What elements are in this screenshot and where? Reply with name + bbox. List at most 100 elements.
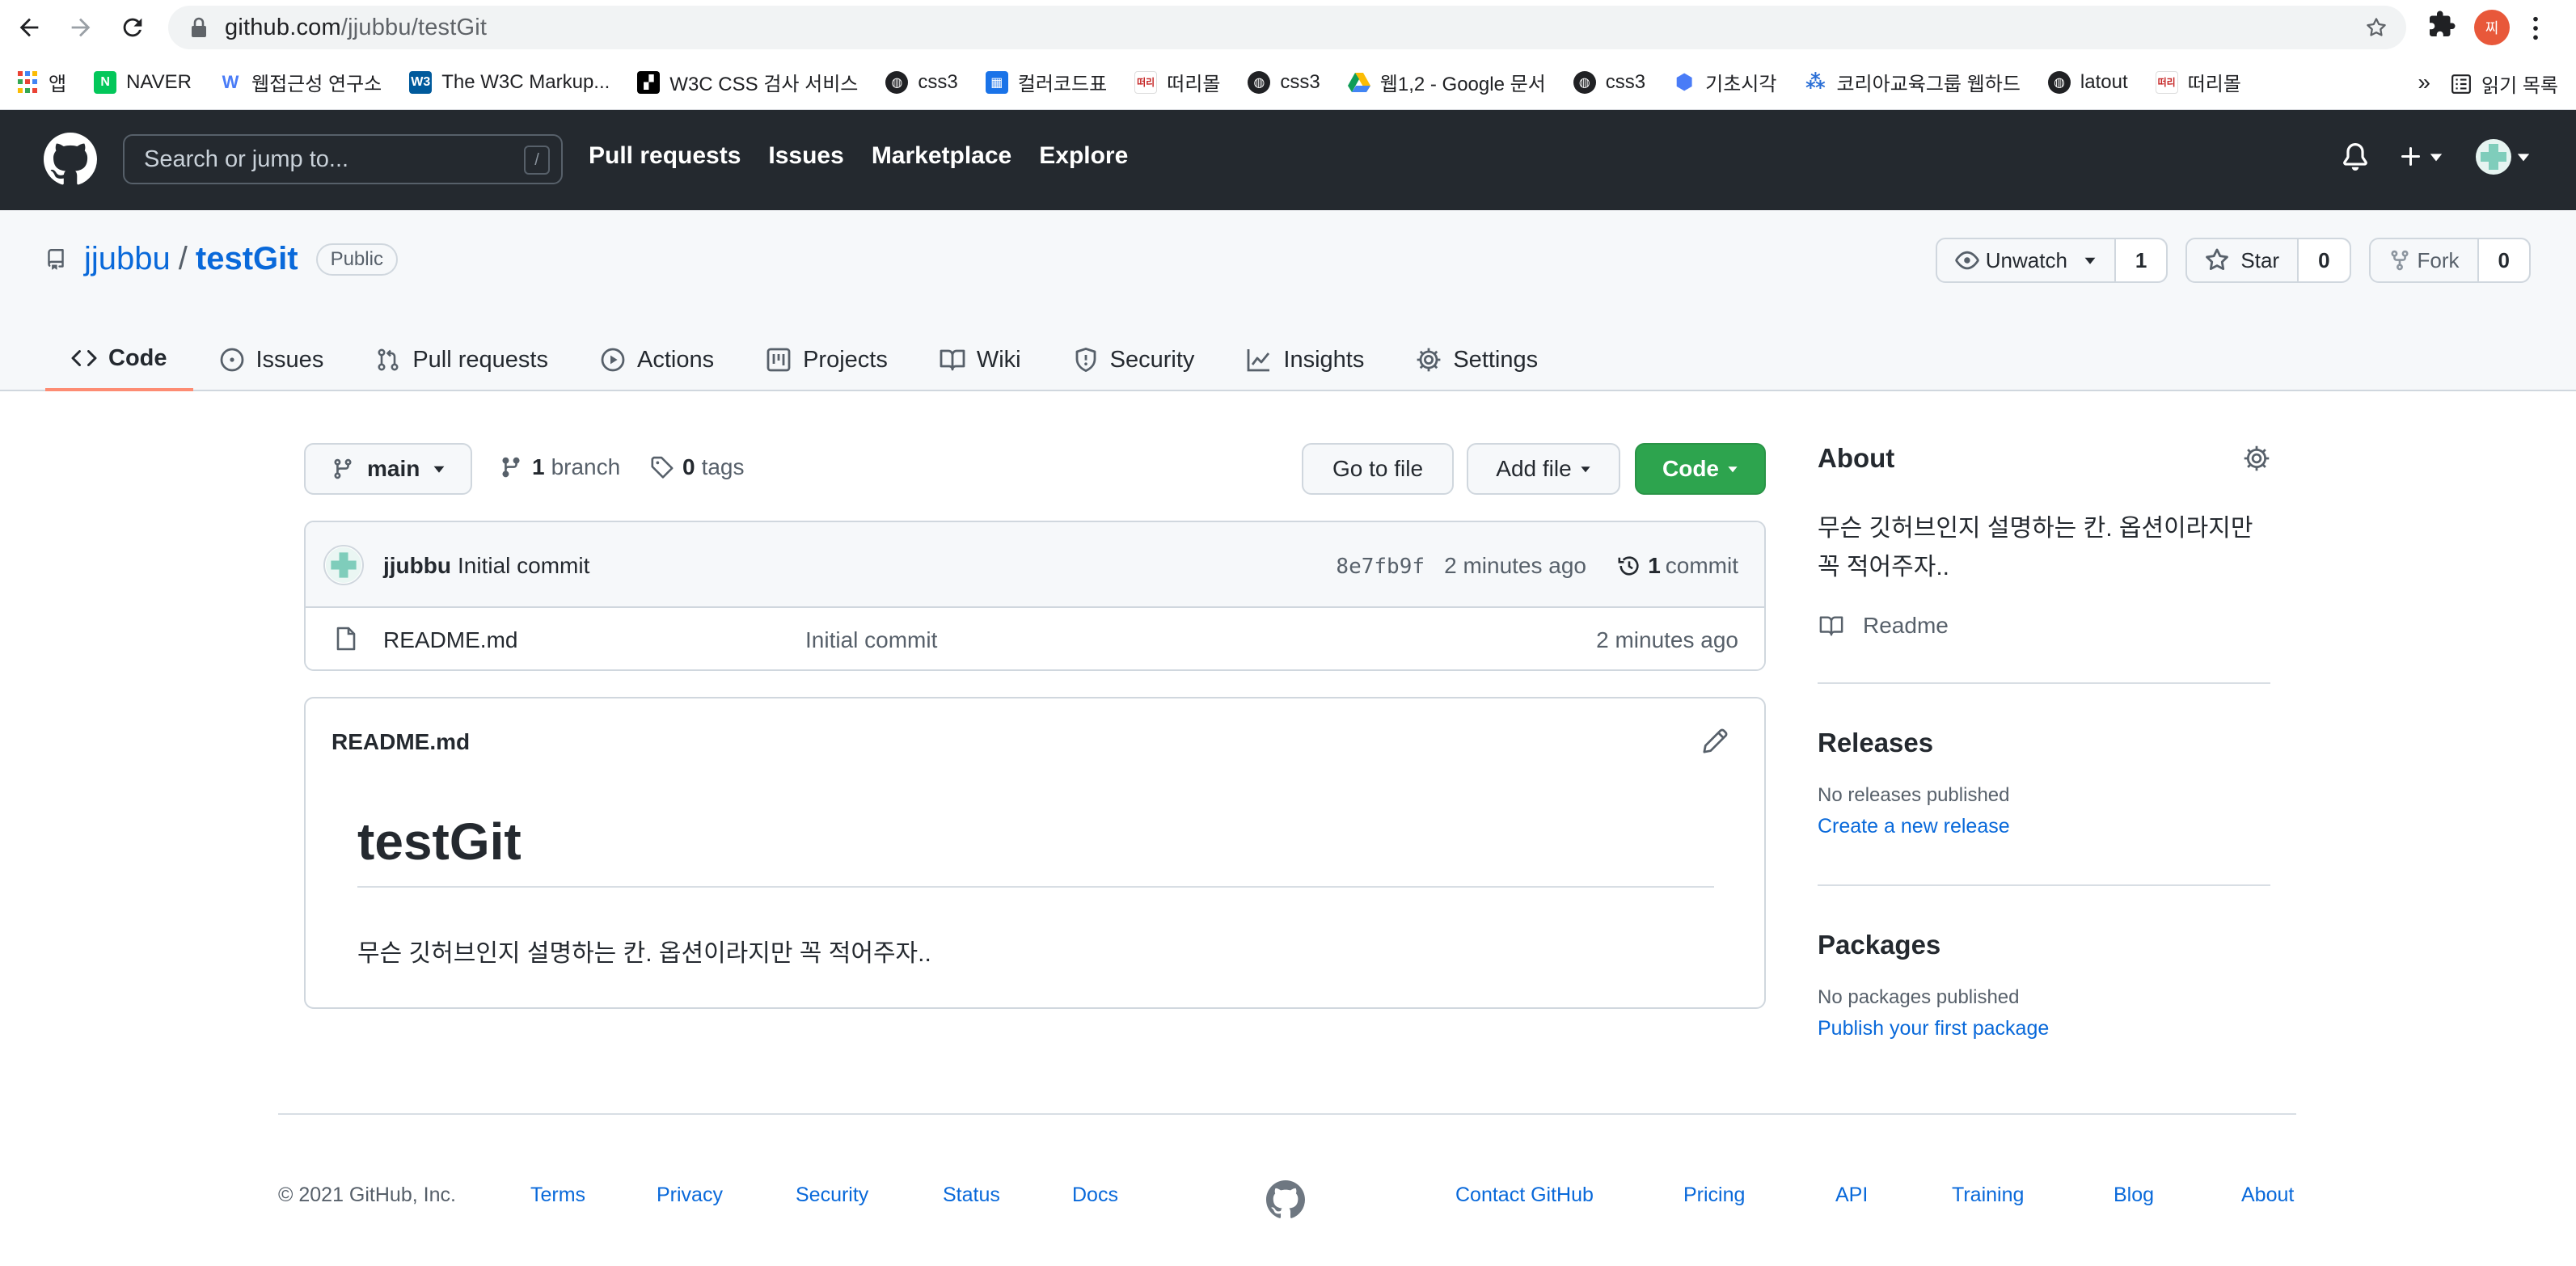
- create-release-link[interactable]: Create a new release: [1818, 815, 2010, 838]
- github-logo-icon[interactable]: [44, 133, 97, 186]
- tab-insights[interactable]: Insights: [1220, 328, 1390, 391]
- tab-actions[interactable]: Actions: [574, 328, 740, 391]
- shop-icon: 떠리: [2155, 70, 2178, 94]
- create-new-button[interactable]: [2398, 144, 2443, 170]
- star-button[interactable]: Star: [2187, 239, 2299, 281]
- repo-name-link[interactable]: testGit: [196, 241, 298, 277]
- readme-link[interactable]: Readme: [1818, 613, 1949, 639]
- caret-down-icon: [2084, 257, 2096, 264]
- globe-icon: ◍: [885, 70, 909, 94]
- bookmark-css3-2[interactable]: ◍ css3: [1248, 70, 1320, 94]
- history-icon: [1618, 556, 1639, 576]
- bookmark-w3c-markup[interactable]: W3 The W3C Markup...: [409, 70, 610, 94]
- packages-heading[interactable]: Packages: [1818, 930, 2049, 960]
- tab-code[interactable]: Code: [45, 328, 193, 391]
- watch-count[interactable]: 1: [2115, 239, 2167, 281]
- forward-button[interactable]: [61, 8, 100, 47]
- tab-security[interactable]: Security: [1047, 328, 1221, 391]
- bookmark-shop-2[interactable]: 떠리 떠리몰: [2155, 68, 2241, 96]
- nav-issues[interactable]: Issues: [768, 142, 843, 170]
- code-download-button[interactable]: Code: [1635, 443, 1766, 495]
- tab-wiki[interactable]: Wiki: [914, 328, 1047, 391]
- bookmark-latout[interactable]: ◍ latout: [2047, 70, 2128, 94]
- bookmarks-bar: 앱 N NAVER W 웹접근성 연구소 W3 The W3C Markup... ▞…: [0, 55, 2576, 110]
- file-icon: [336, 627, 356, 651]
- tab-pull-requests[interactable]: Pull requests: [349, 328, 574, 391]
- bookmark-css3[interactable]: ◍ css3: [885, 70, 958, 94]
- commit-sha-link[interactable]: 8e7fb9f: [1336, 555, 1425, 579]
- tab-settings[interactable]: Settings: [1390, 328, 1564, 391]
- footer-link-security[interactable]: Security: [796, 1184, 868, 1207]
- repo-owner-link[interactable]: jjubbu: [84, 241, 171, 277]
- arrow-left-icon: [19, 18, 39, 37]
- star-count[interactable]: 0: [2299, 239, 2350, 281]
- file-navigation: main 1 branch 0 tags Go to file Add file…: [304, 443, 1766, 495]
- file-commit-link[interactable]: Initial commit: [805, 627, 937, 653]
- bell-icon[interactable]: [2342, 143, 2369, 171]
- readme-filename[interactable]: README.md: [332, 729, 470, 755]
- watch-button[interactable]: Unwatch: [1937, 239, 2116, 281]
- author-avatar[interactable]: [323, 545, 364, 585]
- footer-link-status[interactable]: Status: [943, 1184, 1000, 1207]
- tab-projects[interactable]: Projects: [740, 328, 914, 391]
- commit-message-link[interactable]: Initial commit: [458, 553, 589, 579]
- bookmark-star-icon[interactable]: [2364, 15, 2388, 40]
- commit-author-link[interactable]: jjubbu: [383, 553, 451, 579]
- extensions-button[interactable]: [2427, 10, 2456, 39]
- commit-history-link[interactable]: 1 commit: [1617, 553, 1738, 579]
- bookmark-web-accessibility[interactable]: W 웹접근성 연구소: [219, 68, 382, 96]
- footer-link-privacy[interactable]: Privacy: [657, 1184, 723, 1207]
- fork-label: Fork: [2417, 247, 2460, 272]
- bookmark-colorcode[interactable]: ▦ 컬러코드표: [985, 68, 1107, 96]
- url-field[interactable]: github.com/jjubbu/testGit: [168, 6, 2406, 49]
- gear-icon[interactable]: [2243, 445, 2270, 472]
- publish-package-link[interactable]: Publish your first package: [1818, 1017, 2049, 1040]
- bookmark-naver[interactable]: N NAVER: [94, 70, 192, 94]
- git-branch-icon: [502, 457, 520, 478]
- user-menu-button[interactable]: [2476, 139, 2531, 175]
- footer-link-about[interactable]: About: [2241, 1184, 2294, 1207]
- footer-link-api[interactable]: API: [1835, 1184, 1868, 1207]
- footer-link-docs[interactable]: Docs: [1072, 1184, 1118, 1207]
- footer-link-pricing[interactable]: Pricing: [1683, 1184, 1745, 1207]
- bookmark-css3-3[interactable]: ◍ css3: [1573, 70, 1645, 94]
- pencil-icon[interactable]: [1701, 728, 1729, 755]
- reading-list-button[interactable]: 읽기 목록: [2451, 70, 2558, 98]
- footer-link-terms[interactable]: Terms: [530, 1184, 585, 1207]
- profile-button[interactable]: 찌: [2474, 10, 2510, 45]
- footer-link-training[interactable]: Training: [1952, 1184, 2024, 1207]
- tags-link[interactable]: 0 tags: [650, 454, 745, 480]
- releases-heading[interactable]: Releases: [1818, 728, 2010, 758]
- global-search-input[interactable]: Search or jump to... /: [123, 134, 563, 184]
- add-file-button[interactable]: Add file: [1467, 443, 1620, 495]
- go-to-file-button[interactable]: Go to file: [1302, 443, 1454, 495]
- nav-pull-requests[interactable]: Pull requests: [589, 142, 741, 170]
- bookmark-label: latout: [2080, 70, 2128, 93]
- github-mark-icon[interactable]: [1266, 1180, 1305, 1219]
- browser-menu-button[interactable]: [2531, 15, 2540, 42]
- branch-select-button[interactable]: main: [304, 443, 472, 495]
- file-name-link[interactable]: README.md: [383, 627, 517, 653]
- fork-count[interactable]: 0: [2478, 239, 2529, 281]
- bookmark-apps[interactable]: 앱: [16, 68, 66, 96]
- gear-icon: [1417, 348, 1441, 372]
- nav-explore[interactable]: Explore: [1039, 142, 1128, 170]
- bookmark-shop[interactable]: 떠리 떠리몰: [1134, 68, 1220, 96]
- watch-button-group: Unwatch 1: [1935, 238, 2168, 283]
- bookmarks-more-button[interactable]: »: [2418, 70, 2430, 95]
- bookmark-webhard[interactable]: ⁂ 코리아교육그룹 웹하드: [1804, 68, 2021, 96]
- footer-link-contact[interactable]: Contact GitHub: [1455, 1184, 1594, 1207]
- bookmark-basic-vision[interactable]: ⬢ 기초시각: [1673, 68, 1777, 96]
- tab-issues[interactable]: Issues: [193, 328, 350, 391]
- bookmark-google-docs[interactable]: 웹1,2 - Google 문서: [1347, 68, 1546, 96]
- url-path: /jjubbu/testGit: [340, 14, 488, 40]
- reload-button[interactable]: [113, 8, 152, 47]
- back-button[interactable]: [10, 8, 49, 47]
- fork-button[interactable]: Fork: [2371, 239, 2479, 281]
- branches-link[interactable]: 1 branch: [500, 454, 620, 480]
- footer-copyright: © 2021 GitHub, Inc.: [278, 1184, 456, 1206]
- footer-link-blog[interactable]: Blog: [2114, 1184, 2154, 1207]
- apps-grid-icon: [16, 71, 39, 94]
- bookmark-w3c-css[interactable]: ▞ W3C CSS 검사 서비스: [637, 68, 858, 96]
- nav-marketplace[interactable]: Marketplace: [872, 142, 1011, 170]
